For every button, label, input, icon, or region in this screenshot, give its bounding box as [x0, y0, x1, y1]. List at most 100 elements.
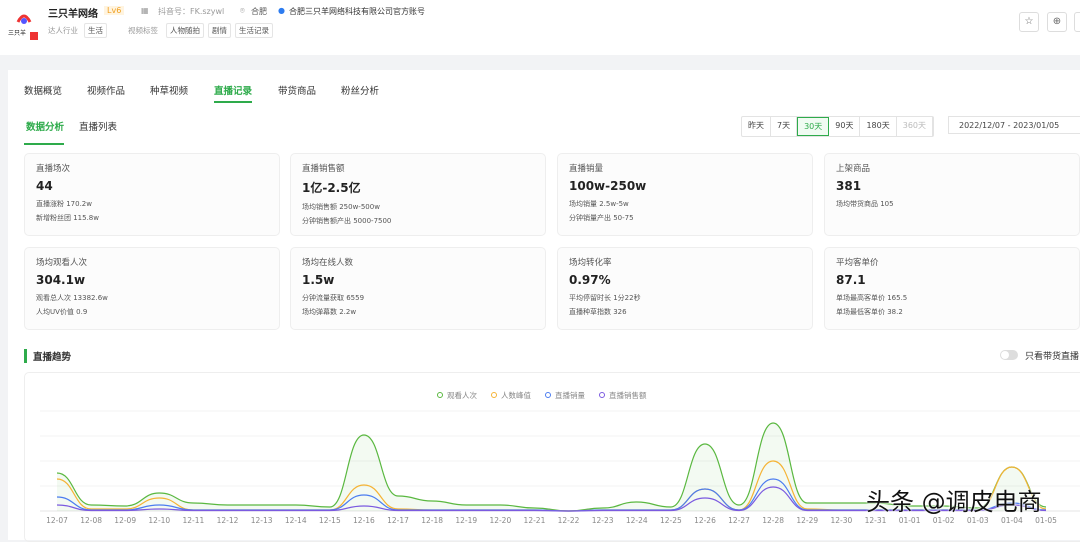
metric-card: 上架商品 381 场均带货商品 105 [824, 153, 1080, 236]
location: 合肥 [251, 7, 267, 16]
x-tick-label: 12-25 [660, 516, 682, 525]
metric-sub: 单场最低客单价 38.2 [836, 308, 903, 316]
metric-value: 100w-250w [569, 179, 647, 193]
range-30d[interactable]: 30天 [797, 117, 830, 136]
level-badge: Lv6 [104, 6, 125, 15]
account-name: 三只羊网络 [48, 9, 98, 20]
x-tick-label: 12-07 [46, 516, 68, 525]
metric-sub: 观看总人次 13382.6w [36, 294, 108, 302]
date-range-selector: 昨天 7天 30天 90天 180天 360天 [741, 116, 935, 137]
x-tick-label: 12-14 [285, 516, 307, 525]
range-yesterday[interactable]: 昨天 [742, 117, 771, 136]
x-tick-label: 12-19 [455, 516, 477, 525]
x-tick-label: 12-18 [421, 516, 443, 525]
metric-value: 0.97% [569, 273, 611, 287]
metric-title: 直播销量 [569, 164, 604, 174]
tab-fans[interactable]: 粉丝分析 [341, 83, 379, 97]
metric-value: 44 [36, 179, 53, 193]
video-tag: 生活记录 [235, 23, 273, 38]
tab-seeding-videos[interactable]: 种草视频 [150, 83, 188, 97]
metric-title: 场均转化率 [569, 258, 612, 268]
metric-value: 87.1 [836, 273, 866, 287]
metric-title: 上架商品 [836, 164, 871, 174]
active-subtab-indicator [24, 143, 64, 145]
range-360d: 360天 [897, 117, 934, 136]
metric-card: 场均观看人次 304.1w 观看总人次 13382.6w 人均UV价值 0.9 [24, 247, 280, 330]
x-tick-label: 12-26 [694, 516, 716, 525]
x-tick-label: 01-03 [967, 516, 989, 525]
x-tick-label: 12-31 [865, 516, 887, 525]
metric-title: 直播销售额 [302, 164, 345, 174]
video-tag: 人物随拍 [166, 23, 204, 38]
metric-value: 1.5w [302, 273, 335, 287]
x-tick-label: 01-04 [1001, 516, 1023, 525]
industry-tag: 生活 [84, 23, 107, 38]
svg-text:三只羊: 三只羊 [8, 29, 26, 37]
metric-sub: 分钟流量获取 6559 [302, 294, 365, 302]
metric-card: 场均在线人数 1.5w 分钟流量获取 6559 场均弹幕数 2.2w [290, 247, 546, 330]
tab-live-records[interactable]: 直播记录 [214, 83, 252, 97]
x-tick-label: 12-23 [592, 516, 614, 525]
metric-sub: 平均停留时长 1分22秒 [569, 294, 641, 302]
metric-sub: 分钟销量产出 50-75 [569, 214, 634, 222]
x-tick-label: 12-24 [626, 516, 648, 525]
subtab-data-analysis[interactable]: 数据分析 [26, 119, 64, 133]
x-tick-label: 12-10 [148, 516, 170, 525]
x-tick-label: 12-11 [183, 516, 205, 525]
metric-sub: 直播涨粉 170.2w [36, 200, 92, 208]
verified-icon: ● [278, 6, 285, 15]
x-tick-label: 12-12 [217, 516, 239, 525]
x-tick-label: 12-28 [762, 516, 784, 525]
metric-value: 1亿-2.5亿 [302, 181, 361, 195]
watermark: 头条 @调皮电商 [866, 488, 1042, 516]
metric-sub: 场均带货商品 105 [836, 200, 894, 208]
profile-header: 三只羊 三只羊网络 Lv6 ▦ 抖音号：FK.szywl ⌾ 合肥 ● 合肥三只… [0, 0, 1080, 55]
metric-sub: 人均UV价值 0.9 [36, 308, 88, 316]
douyin-id: 抖音号：FK.szywl [158, 7, 225, 16]
metric-sub: 单场最高客单价 165.5 [836, 294, 908, 302]
x-tick-label: 12-09 [114, 516, 136, 525]
x-tick-label: 12-21 [524, 516, 546, 525]
active-tab-indicator [214, 101, 252, 103]
tab-videos[interactable]: 视频作品 [87, 83, 125, 97]
x-tick-label: 12-13 [251, 516, 273, 525]
range-180d[interactable]: 180天 [860, 117, 897, 136]
x-tick-label: 12-27 [728, 516, 750, 525]
star-icon[interactable]: ☆ [1019, 12, 1039, 32]
more-icon[interactable]: ⋯ [1074, 12, 1080, 32]
metric-value: 304.1w [36, 273, 86, 287]
metric-sub: 新增粉丝团 115.8w [36, 214, 99, 222]
metric-card: 场均转化率 0.97% 平均停留时长 1分22秒 直播种草指数 326 [557, 247, 813, 330]
industry-label: 达人行业 [48, 26, 78, 35]
live-only-toggle[interactable] [1000, 350, 1018, 360]
subtab-live-list[interactable]: 直播列表 [79, 119, 117, 133]
video-tag: 剧情 [208, 23, 231, 38]
metric-sub: 分钟销售额产出 5000-7500 [302, 217, 392, 225]
metric-sub: 场均销售额 250w-500w [302, 203, 380, 211]
toggle-label: 只看带货直播 [1025, 352, 1080, 362]
metric-title: 平均客单价 [836, 258, 879, 268]
metric-card: 直播销量 100w-250w 场均销量 2.5w-5w 分钟销量产出 50-75 [557, 153, 813, 236]
tab-products[interactable]: 带货商品 [278, 83, 316, 97]
range-90d[interactable]: 90天 [829, 117, 861, 136]
x-tick-label: 12-29 [796, 516, 818, 525]
add-icon[interactable]: ⊕ [1047, 12, 1067, 32]
metric-title: 场均在线人数 [302, 258, 354, 268]
x-tick-label: 12-17 [387, 516, 409, 525]
x-tick-label: 12-15 [319, 516, 341, 525]
metric-sub: 场均销量 2.5w-5w [569, 200, 629, 208]
metric-title: 直播场次 [36, 164, 71, 174]
qr-icon[interactable]: ▦ [141, 6, 149, 15]
location-icon: ⌾ [240, 6, 245, 15]
range-7d[interactable]: 7天 [771, 117, 798, 136]
x-tick-label: 01-05 [1035, 516, 1057, 525]
brand-logo: 三只羊 [8, 14, 38, 40]
video-tag-label: 视频标签 [128, 26, 158, 35]
verified-text: 合肥三只羊网络科技有限公司官方账号 [289, 7, 425, 16]
tab-overview[interactable]: 数据概览 [24, 83, 62, 97]
date-range-picker[interactable]: 2022/12/07 - 2023/01/05 [948, 116, 1080, 134]
x-tick-label: 12-08 [80, 516, 102, 525]
x-tick-label: 12-30 [830, 516, 852, 525]
x-tick-label: 12-16 [353, 516, 375, 525]
metric-sub: 直播种草指数 326 [569, 308, 627, 316]
